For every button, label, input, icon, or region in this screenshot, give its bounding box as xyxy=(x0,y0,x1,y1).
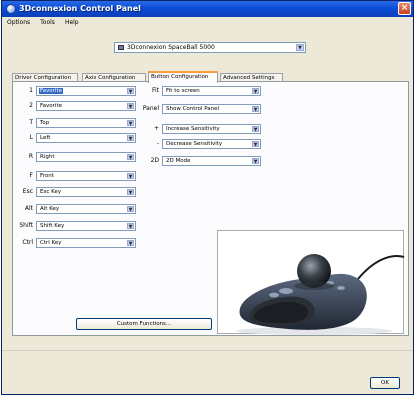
button-key-label: Alt xyxy=(24,205,33,212)
chevron-down-icon[interactable]: ▼ xyxy=(252,126,259,133)
button-key-label: L xyxy=(29,134,33,141)
button-key-label: T xyxy=(29,119,33,126)
button-function-select[interactable]: Esc Key ▼ xyxy=(36,187,136,197)
chevron-down-icon[interactable]: ▼ xyxy=(127,88,134,95)
button-key-label: Panel xyxy=(142,105,159,112)
button-key-label: R xyxy=(28,153,33,160)
device-photo xyxy=(217,230,405,335)
chevron-down-icon[interactable]: ▼ xyxy=(252,158,259,165)
button-function-value: Favorite xyxy=(40,103,62,109)
chevron-down-icon[interactable]: ▼ xyxy=(127,223,134,230)
button-key-label: 2D xyxy=(150,157,159,164)
menu-options[interactable]: Options xyxy=(7,18,30,28)
chevron-down-icon[interactable]: ▼ xyxy=(127,189,134,196)
button-function-select[interactable]: Show Control Panel ▼ xyxy=(162,104,261,114)
control-panel-window: 3Dconnexion Control Panel × Options Tool… xyxy=(1,0,414,395)
chevron-down-icon[interactable]: ▼ xyxy=(252,141,259,148)
chevron-down-icon[interactable]: ▼ xyxy=(127,135,134,142)
button-function-value: 2D Mode xyxy=(166,158,191,164)
button-key-label: 1 xyxy=(29,87,33,94)
button-function-value: Show Control Panel xyxy=(166,106,220,112)
chevron-down-icon[interactable]: ▼ xyxy=(127,103,134,110)
button-function-value: Top xyxy=(40,120,50,126)
left-button-column: 1 Favorite ▼ 2 Favorite ▼ T Top ▼ L Left xyxy=(19,86,139,248)
button-function-value: Shift Key xyxy=(40,223,65,229)
button-function-value: Left xyxy=(40,135,51,141)
button-function-select[interactable]: Front ▼ xyxy=(36,171,136,181)
device-icon xyxy=(118,45,124,50)
button-function-select[interactable]: Favorite ▼ xyxy=(36,101,136,111)
button-key-label: 2 xyxy=(29,102,33,109)
app-icon xyxy=(6,4,16,14)
button-key-label: Fit xyxy=(151,87,159,94)
ok-button[interactable]: OK xyxy=(370,377,400,389)
chevron-down-icon[interactable]: ▼ xyxy=(127,154,134,161)
device-select[interactable]: 3Dconnexion SpaceBall 5000 ▼ xyxy=(114,42,306,53)
button-key-label: + xyxy=(153,125,159,132)
button-function-select[interactable]: Ctrl Key ▼ xyxy=(36,238,136,248)
menu-tools[interactable]: Tools xyxy=(40,18,55,28)
chevron-down-icon[interactable]: ▼ xyxy=(127,120,134,127)
close-button[interactable]: × xyxy=(398,2,411,15)
tab-button-configuration[interactable]: Button Configuration xyxy=(148,71,218,83)
button-function-select[interactable]: Left ▼ xyxy=(36,133,136,143)
button-function-value: Fit to screen xyxy=(166,88,200,94)
button-function-select[interactable]: Fit to screen ▼ xyxy=(162,86,261,96)
button-key-label: Shift xyxy=(19,222,33,229)
button-function-select[interactable]: Shift Key ▼ xyxy=(36,221,136,231)
button-key-label: - xyxy=(156,140,159,147)
button-function-value: Favorite xyxy=(39,88,63,94)
chevron-down-icon[interactable]: ▼ xyxy=(127,240,134,247)
window-title: 3Dconnexion Control Panel xyxy=(19,4,141,13)
button-function-value: Front xyxy=(40,173,54,179)
button-function-value: Decrease Sensitivity xyxy=(166,141,223,147)
menu-help[interactable]: Help xyxy=(65,18,79,28)
divider xyxy=(2,350,413,351)
button-function-select[interactable]: Alt Key ▼ xyxy=(36,204,136,214)
button-function-select[interactable]: Top ▼ xyxy=(36,118,136,128)
chevron-down-icon[interactable]: ▼ xyxy=(252,88,259,95)
button-function-select[interactable]: Increase Sensitivity ▼ xyxy=(162,124,261,134)
menu-bar: Options Tools Help xyxy=(2,18,413,28)
button-function-value: Alt Key xyxy=(40,206,60,212)
chevron-down-icon[interactable]: ▼ xyxy=(296,44,304,51)
right-button-column: Fit Fit to screen ▼ Panel Show Control P… xyxy=(141,86,266,166)
button-function-value: Right xyxy=(40,154,55,160)
button-function-select[interactable]: Favorite ▼ xyxy=(36,86,136,96)
button-function-select[interactable]: 2D Mode ▼ xyxy=(162,156,261,166)
button-key-label: Ctrl xyxy=(22,239,33,246)
device-select-value: 3Dconnexion SpaceBall 5000 xyxy=(127,44,215,51)
button-key-label: F xyxy=(29,172,33,179)
button-function-select[interactable]: Right ▼ xyxy=(36,152,136,162)
chevron-down-icon[interactable]: ▼ xyxy=(127,173,134,180)
button-function-select[interactable]: Decrease Sensitivity ▼ xyxy=(162,139,261,149)
tab-label: Button Configuration xyxy=(151,74,209,80)
button-key-label: Esc xyxy=(22,188,33,195)
spaceball-device-image xyxy=(236,254,405,335)
custom-functions-button[interactable]: Custom Functions... xyxy=(76,318,212,330)
chevron-down-icon[interactable]: ▼ xyxy=(252,106,259,113)
chevron-down-icon[interactable]: ▼ xyxy=(127,206,134,213)
button-function-value: Esc Key xyxy=(40,189,62,195)
button-function-value: Increase Sensitivity xyxy=(166,126,220,132)
button-function-value: Ctrl Key xyxy=(40,240,62,246)
title-bar[interactable]: 3Dconnexion Control Panel × xyxy=(2,1,413,17)
